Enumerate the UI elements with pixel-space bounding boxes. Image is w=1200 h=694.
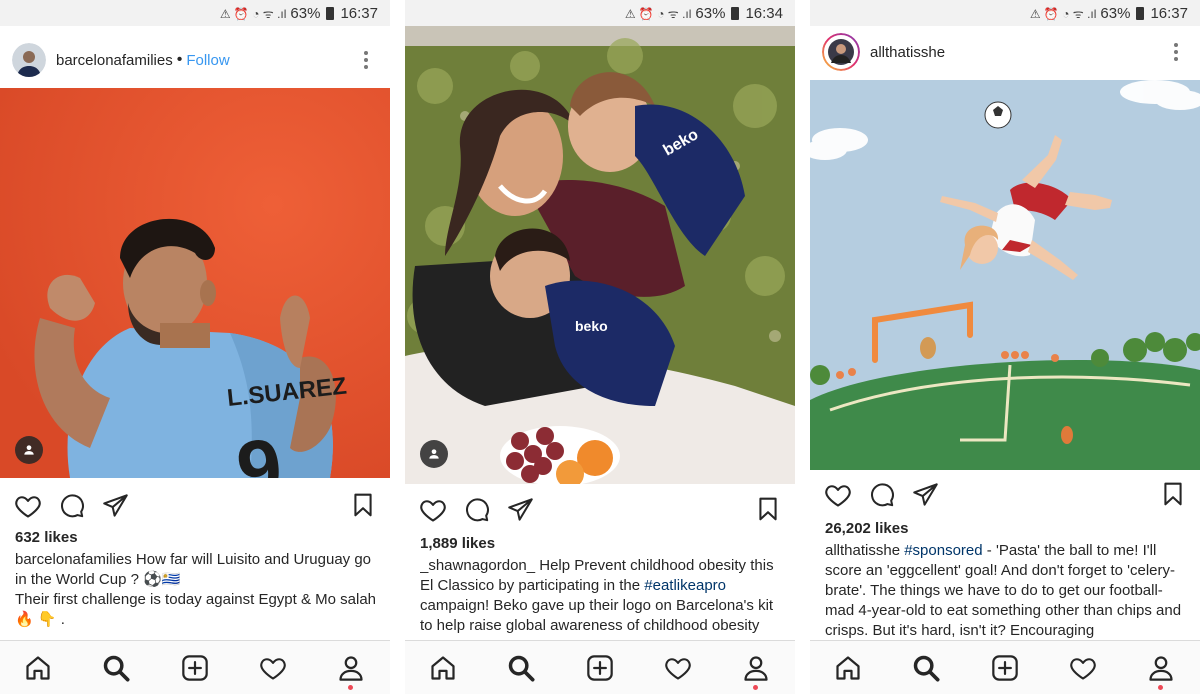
notification-dot bbox=[1158, 685, 1163, 690]
follow-button[interactable]: Follow bbox=[186, 52, 229, 69]
battery-icon bbox=[731, 6, 740, 20]
caption-username[interactable]: barcelonafamilies bbox=[15, 551, 132, 568]
notification-dot bbox=[348, 685, 353, 690]
battery-percent: 63% bbox=[695, 4, 726, 22]
activity-heart-icon[interactable] bbox=[664, 654, 692, 682]
home-icon[interactable] bbox=[24, 654, 52, 682]
clock: 16:34 bbox=[745, 4, 783, 22]
search-icon[interactable] bbox=[102, 654, 130, 682]
more-options-icon[interactable] bbox=[364, 51, 368, 69]
tagged-people-icon[interactable] bbox=[15, 436, 43, 464]
status-bar: ⚠ ⏰ ◔ ᯤ .ıl 63% 16:37 bbox=[0, 0, 390, 26]
post-photo[interactable]: beko beko bbox=[405, 26, 795, 484]
battery-percent: 63% bbox=[1100, 4, 1131, 22]
search-icon[interactable] bbox=[912, 654, 940, 682]
tagged-people-icon[interactable] bbox=[420, 440, 448, 468]
separator-dot: • bbox=[176, 51, 183, 68]
save-bookmark-icon[interactable] bbox=[1160, 481, 1186, 507]
panel-divider bbox=[390, 0, 405, 694]
post-header: barcelonafamilies • Follow bbox=[0, 30, 390, 90]
avatar[interactable] bbox=[822, 33, 860, 71]
bottom-nav bbox=[405, 640, 795, 694]
bottom-nav bbox=[0, 640, 390, 694]
action-bar bbox=[14, 492, 376, 522]
battery-icon bbox=[326, 6, 335, 20]
username[interactable]: allthatisshe bbox=[870, 44, 945, 61]
post-caption: barcelonafamilies How far will Luisito a… bbox=[15, 550, 378, 630]
signal-icons: ⚠ ⏰ ◔ ᯤ .ıl bbox=[219, 6, 287, 21]
signal-icons: ⚠ ⏰ ◔ ᯤ .ıl bbox=[624, 6, 692, 21]
more-options-icon[interactable] bbox=[1174, 43, 1178, 61]
notification-dot bbox=[753, 685, 758, 690]
post-photo[interactable]: L.SUAREZ 9 bbox=[0, 88, 390, 478]
activity-heart-icon[interactable] bbox=[1069, 654, 1097, 682]
comment-icon[interactable] bbox=[58, 492, 85, 519]
username[interactable]: barcelonafamilies bbox=[56, 52, 173, 69]
post-photo[interactable] bbox=[810, 80, 1200, 470]
home-icon[interactable] bbox=[834, 654, 862, 682]
signal-icons: ⚠ ⏰ ◔ ᯤ .ıl bbox=[1029, 6, 1097, 21]
home-icon[interactable] bbox=[429, 654, 457, 682]
share-icon[interactable] bbox=[507, 496, 534, 523]
clock: 16:37 bbox=[1150, 4, 1188, 22]
avatar[interactable] bbox=[12, 43, 46, 77]
save-bookmark-icon[interactable] bbox=[755, 496, 781, 522]
caption-username[interactable]: _shawnagordon_ bbox=[420, 557, 535, 574]
action-bar bbox=[824, 481, 1186, 511]
post-screen-1: ⚠ ⏰ ◔ ᯤ .ıl 63% 16:37 barcelonafamilies … bbox=[0, 0, 390, 694]
panel-divider bbox=[795, 0, 810, 694]
caption-hashtag[interactable]: #sponsored bbox=[904, 542, 982, 559]
like-count[interactable]: 26,202 likes bbox=[825, 520, 908, 537]
battery-icon bbox=[1136, 6, 1145, 20]
like-heart-icon[interactable] bbox=[14, 492, 42, 520]
comment-icon[interactable] bbox=[868, 481, 895, 508]
bottom-nav bbox=[810, 640, 1200, 694]
comment-icon[interactable] bbox=[463, 496, 490, 523]
battery-percent: 63% bbox=[290, 4, 321, 22]
share-icon[interactable] bbox=[912, 481, 939, 508]
profile-icon[interactable] bbox=[742, 654, 770, 682]
caption-text-line2: Their first challenge is today against E… bbox=[15, 591, 377, 628]
search-icon[interactable] bbox=[507, 654, 535, 682]
caption-text-cont: campaign! Beko gave up their logo on Bar… bbox=[420, 597, 774, 634]
clock: 16:37 bbox=[340, 4, 378, 22]
post-caption: allthatisshe #sponsored - 'Pasta' the ba… bbox=[825, 541, 1188, 641]
status-bar: ⚠ ⏰ ◔ ᯤ .ıl 63% 16:34 bbox=[405, 0, 795, 26]
action-bar bbox=[419, 496, 781, 526]
profile-icon[interactable] bbox=[337, 654, 365, 682]
like-count[interactable]: 632 likes bbox=[15, 529, 78, 546]
share-icon[interactable] bbox=[102, 492, 129, 519]
post-caption: _shawnagordon_ Help Prevent childhood ob… bbox=[420, 556, 783, 640]
new-post-icon[interactable] bbox=[181, 654, 209, 682]
new-post-icon[interactable] bbox=[991, 654, 1019, 682]
new-post-icon[interactable] bbox=[586, 654, 614, 682]
post-screen-3: ⚠ ⏰ ◔ ᯤ .ıl 63% 16:37 allthatisshe 26,20… bbox=[810, 0, 1200, 694]
post-header: allthatisshe bbox=[810, 22, 1200, 82]
post-screen-2: ⚠ ⏰ ◔ ᯤ .ıl 63% 16:34 beko beko 1,889 li… bbox=[405, 0, 795, 694]
shirt-logo-2: beko bbox=[575, 318, 608, 334]
profile-icon[interactable] bbox=[1147, 654, 1175, 682]
like-count[interactable]: 1,889 likes bbox=[420, 535, 495, 552]
activity-heart-icon[interactable] bbox=[259, 654, 287, 682]
caption-username[interactable]: allthatisshe bbox=[825, 542, 900, 559]
caption-hashtag[interactable]: #eatlikeapro bbox=[644, 577, 726, 594]
like-heart-icon[interactable] bbox=[419, 496, 447, 524]
like-heart-icon[interactable] bbox=[824, 481, 852, 509]
save-bookmark-icon[interactable] bbox=[350, 492, 376, 518]
